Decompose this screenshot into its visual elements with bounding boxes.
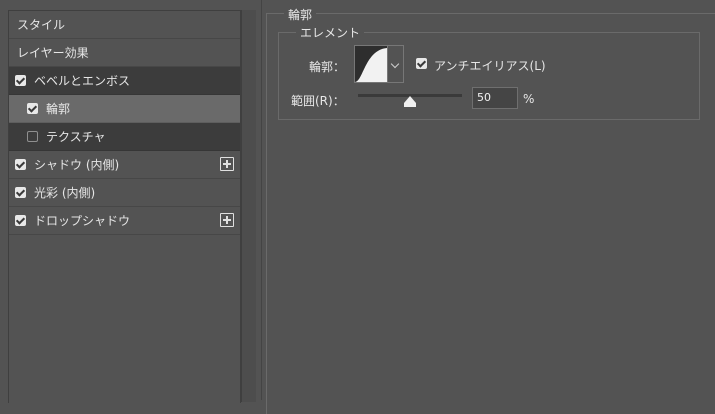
antialias-checkbox[interactable]	[416, 58, 427, 69]
inner-shadow-checkbox[interactable]	[15, 159, 26, 170]
effect-item-label: ベベルとエンボス	[34, 74, 131, 88]
add-inner-shadow-plus-icon[interactable]	[220, 157, 234, 171]
antialias-label: アンチエイリアス(L)	[434, 59, 546, 73]
effect-item-label: ドロップシャドウ	[34, 214, 131, 228]
effect-item-texture[interactable]: テクスチャ	[9, 123, 240, 151]
contour-curve-preview[interactable]	[354, 45, 388, 83]
range-input[interactable]: 50	[472, 87, 518, 109]
range-unit: %	[523, 92, 535, 106]
effect-item-inner-glow[interactable]: 光彩 (内側)	[9, 179, 240, 207]
add-drop-shadow-plus-icon[interactable]	[220, 213, 234, 227]
elements-group-title: エレメント	[296, 24, 365, 41]
contour-dropdown-chevron-icon[interactable]	[388, 45, 404, 83]
contour-checkbox[interactable]	[27, 103, 38, 114]
effect-item-contour[interactable]: 輪郭	[9, 95, 240, 123]
drop-shadow-checkbox[interactable]	[15, 215, 26, 226]
effect-item-label: 光彩 (内側)	[34, 186, 96, 200]
styles-header-label: スタイル	[17, 18, 66, 32]
range-slider-thumb[interactable]	[404, 96, 416, 107]
effect-item-bevel-emboss[interactable]: ベベルとエンボス	[9, 67, 240, 95]
effect-item-label: シャドウ (内側)	[34, 158, 120, 172]
contour-label: 輪郭：	[309, 60, 346, 74]
section-title: 輪郭	[284, 6, 317, 23]
contour-curve-icon	[355, 48, 387, 82]
range-label: 範囲(R)：	[291, 94, 345, 108]
styles-list-scrollbar[interactable]	[241, 10, 256, 402]
panel-divider	[261, 0, 262, 400]
styles-panel: スタイル レイヤー効果 ベベルとエンボス 輪郭 テクスチャ シャドウ (内側) …	[0, 0, 258, 403]
effect-item-drop-shadow[interactable]: ドロップシャドウ	[9, 207, 240, 235]
bevel-emboss-checkbox[interactable]	[15, 75, 26, 86]
styles-header[interactable]: スタイル	[9, 11, 240, 39]
effect-item-inner-shadow[interactable]: シャドウ (内側)	[9, 151, 240, 179]
layer-effects-header[interactable]: レイヤー効果	[9, 39, 240, 67]
effect-item-label: 輪郭	[46, 102, 71, 116]
texture-checkbox[interactable]	[27, 131, 38, 142]
styles-list: スタイル レイヤー効果 ベベルとエンボス 輪郭 テクスチャ シャドウ (内側) …	[8, 10, 241, 403]
inner-glow-checkbox[interactable]	[15, 187, 26, 198]
layer-effects-header-label: レイヤー効果	[17, 46, 89, 60]
effect-item-label: テクスチャ	[46, 130, 106, 144]
